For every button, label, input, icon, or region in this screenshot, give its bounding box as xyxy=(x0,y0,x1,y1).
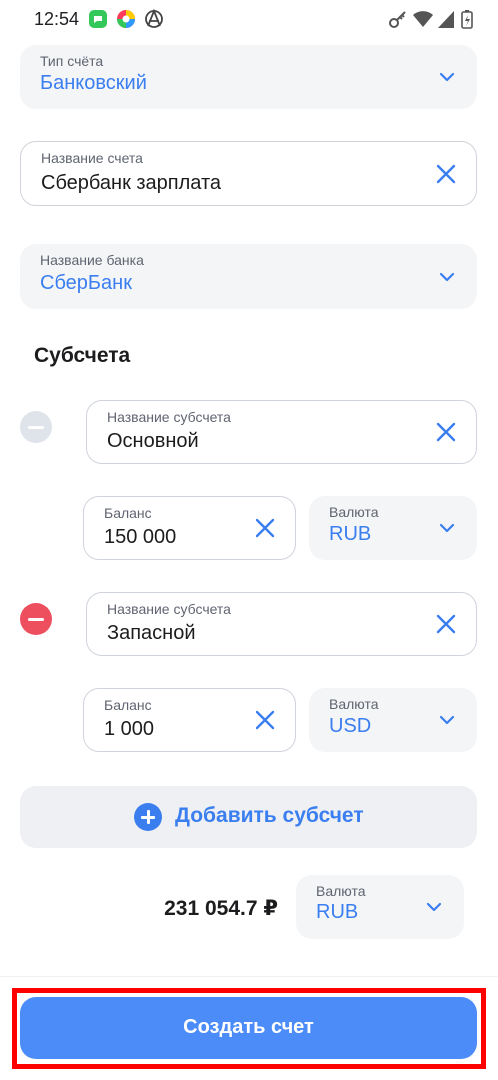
currency-value: USD xyxy=(329,715,372,737)
subaccount-name-label: Название субсчета xyxy=(107,409,231,425)
account-name-value: Сбербанк зарплата xyxy=(41,172,222,194)
currency-label: Валюта xyxy=(316,883,366,899)
anarchy-symbol-icon xyxy=(145,9,163,28)
total-amount: 231 054.7 ₽ xyxy=(164,897,278,920)
balance-field[interactable]: Баланс 1 000 xyxy=(83,688,296,752)
chevron-down-icon xyxy=(439,72,455,82)
bank-name-select[interactable]: Название банка СберБанк xyxy=(20,244,477,309)
key-icon xyxy=(389,11,406,28)
total-currency-select[interactable]: Валюта RUB xyxy=(296,875,464,939)
chevron-down-icon xyxy=(439,523,455,533)
clear-icon[interactable] xyxy=(434,162,458,186)
clear-icon[interactable] xyxy=(434,612,458,636)
currency-select[interactable]: Валюта RUB xyxy=(309,496,477,560)
balance-label: Баланс xyxy=(104,505,152,521)
currency-select[interactable]: Валюта USD xyxy=(309,688,477,752)
currency-label: Валюта xyxy=(329,504,379,520)
subaccount-name-field[interactable]: Название субсчета Запасной xyxy=(86,592,477,656)
bank-name-label: Название банка xyxy=(40,252,144,268)
subaccount-name-value: Запасной xyxy=(107,622,196,644)
chevron-down-icon xyxy=(439,715,455,725)
remove-subaccount-button[interactable] xyxy=(20,603,52,635)
signal-icon xyxy=(438,11,454,28)
wifi-icon xyxy=(413,11,433,27)
balance-field[interactable]: Баланс 150 000 xyxy=(83,496,296,560)
subaccount-name-field[interactable]: Название субсчета Основной xyxy=(86,400,477,464)
status-bar: 12:54 xyxy=(0,0,498,38)
balance-label: Баланс xyxy=(104,697,152,713)
account-type-value: Банковский xyxy=(40,72,147,94)
status-time: 12:54 xyxy=(34,9,80,29)
chevron-down-icon xyxy=(439,272,455,281)
bank-name-value: СберБанк xyxy=(40,272,132,294)
clear-icon[interactable] xyxy=(253,708,277,732)
minus-icon xyxy=(28,425,44,429)
account-name-label: Название счета xyxy=(41,150,143,166)
account-name-field[interactable]: Название счета Сбербанк зарплата xyxy=(20,141,477,206)
plus-icon xyxy=(134,803,162,831)
account-type-label: Тип счёта xyxy=(40,53,104,69)
subaccounts-title: Субсчета xyxy=(34,344,131,367)
balance-value: 1 000 xyxy=(104,718,155,740)
create-account-button[interactable]: Создать счет xyxy=(20,997,477,1059)
minus-icon xyxy=(28,617,44,621)
chevron-down-icon xyxy=(426,902,442,912)
create-account-label: Создать счет xyxy=(183,1016,314,1038)
remove-subaccount-button[interactable] xyxy=(20,411,52,443)
clear-icon[interactable] xyxy=(434,420,458,444)
subaccount-name-label: Название субсчета xyxy=(107,601,231,617)
currency-value: RUB xyxy=(316,901,359,923)
color-wheel-app-icon xyxy=(117,10,135,28)
balance-value: 150 000 xyxy=(104,526,177,548)
subaccount-name-value: Основной xyxy=(107,430,199,452)
currency-label: Валюта xyxy=(329,696,379,712)
clear-icon[interactable] xyxy=(253,516,277,540)
battery-icon xyxy=(461,10,473,29)
add-subaccount-button[interactable]: Добавить субсчет xyxy=(20,786,477,848)
currency-value: RUB xyxy=(329,523,372,545)
account-type-select[interactable]: Тип счёта Банковский xyxy=(20,45,477,109)
chat-app-icon xyxy=(89,10,107,28)
add-subaccount-label: Добавить субсчет xyxy=(175,804,364,827)
